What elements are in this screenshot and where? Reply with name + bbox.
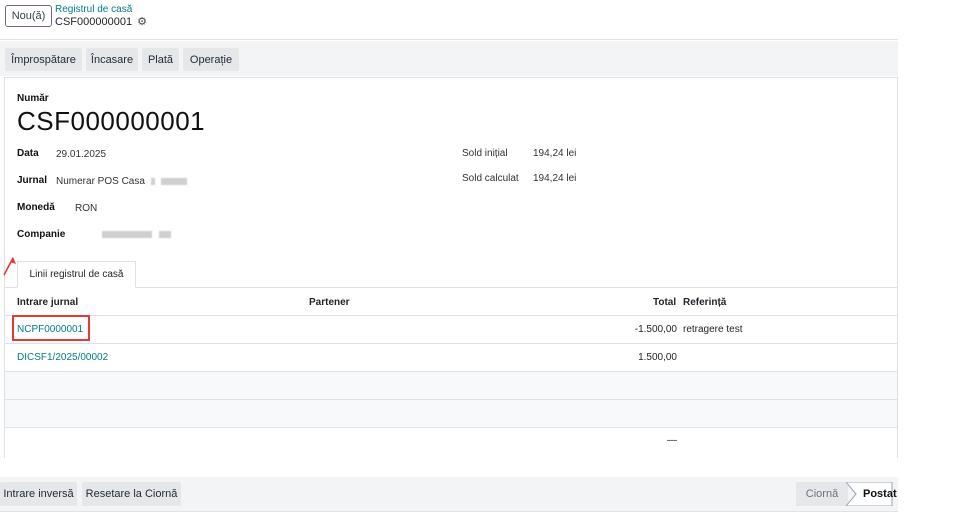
journal-name: Numerar POS Casa (56, 176, 145, 187)
column-header-entry[interactable]: Intrare jurnal (17, 297, 78, 308)
operation-button[interactable]: Operație (183, 48, 239, 71)
new-button[interactable]: Nou(ă) (5, 5, 52, 27)
opening-balance-value: 194,24 lei (533, 148, 577, 159)
empty-row (5, 372, 897, 399)
footer-total: — (667, 435, 677, 446)
gear-icon[interactable]: ⚙ (137, 16, 147, 28)
date-value[interactable]: 29.01.2025 (56, 149, 106, 160)
reset-draft-button[interactable]: Resetare la Ciornă (82, 482, 181, 506)
breadcrumb[interactable]: Registrul de casă (55, 4, 132, 16)
date-label: Data (17, 148, 39, 159)
company-value[interactable] (102, 229, 171, 240)
column-header-reference[interactable]: Referință (683, 297, 726, 308)
reverse-entry-button[interactable]: Intrare inversă (0, 482, 77, 506)
currency-value[interactable]: RON (75, 203, 97, 214)
company-label: Companie (17, 229, 66, 240)
opening-balance-label: Sold inițial (462, 148, 508, 159)
number-label: Număr (17, 93, 49, 104)
redacted-text (150, 177, 155, 185)
journal-value[interactable]: Numerar POS Casa (56, 176, 188, 187)
entry-link[interactable]: DICSF1/2025/00002 (17, 352, 108, 363)
journal-label: Jurnal (17, 175, 48, 186)
tab-cash-lines[interactable]: Linii registrul de casă (17, 261, 136, 288)
column-header-partner[interactable]: Partener (309, 297, 350, 308)
status-draft[interactable]: Ciornă (796, 482, 848, 506)
refresh-button[interactable]: Împrospătare (5, 48, 82, 71)
empty-row (5, 400, 897, 427)
column-header-total[interactable]: Total (653, 297, 676, 308)
redacted-text (102, 230, 152, 238)
income-button[interactable]: Încasare (86, 48, 138, 71)
row-total: -1.500,00 (634, 324, 677, 335)
status-posted[interactable]: Postat (844, 481, 898, 509)
status-bar: Intrare inversă Resetare la Ciornă Ciorn… (0, 477, 898, 512)
record-name-line: CSF000000001 ⚙ (55, 16, 147, 28)
payment-button[interactable]: Plată (142, 48, 179, 71)
control-panel: Nou(ă) Registrul de casă CSF000000001 ⚙ (0, 0, 898, 40)
row-reference: retragere test (683, 324, 743, 335)
redacted-text (158, 230, 171, 238)
currency-label: Monedă (17, 202, 55, 213)
record-name: CSF000000001 (55, 16, 133, 28)
row-total: 1.500,00 (638, 352, 677, 363)
redacted-text (161, 177, 188, 185)
table-row[interactable]: DICSF1/2025/00002 1.500,00 (5, 344, 897, 371)
annotation-highlight-box (12, 315, 90, 341)
record-number: CSF000000001 (17, 106, 206, 136)
computed-balance-value: 194,24 lei (533, 173, 577, 184)
annotation-arrow-icon (3, 257, 16, 276)
action-bar: Împrospătare Încasare Plată Operație (0, 41, 898, 76)
computed-balance-label: Sold calculat (462, 173, 519, 184)
table-row[interactable]: NCPF0000001 -1.500,00 retragere test (5, 316, 897, 343)
status-posted-label: Postat (863, 488, 897, 500)
row-divider (5, 427, 897, 428)
form-sheet: Număr CSF000000001 Data 29.01.2025 Jurna… (4, 77, 898, 458)
tabs-divider (5, 287, 897, 288)
